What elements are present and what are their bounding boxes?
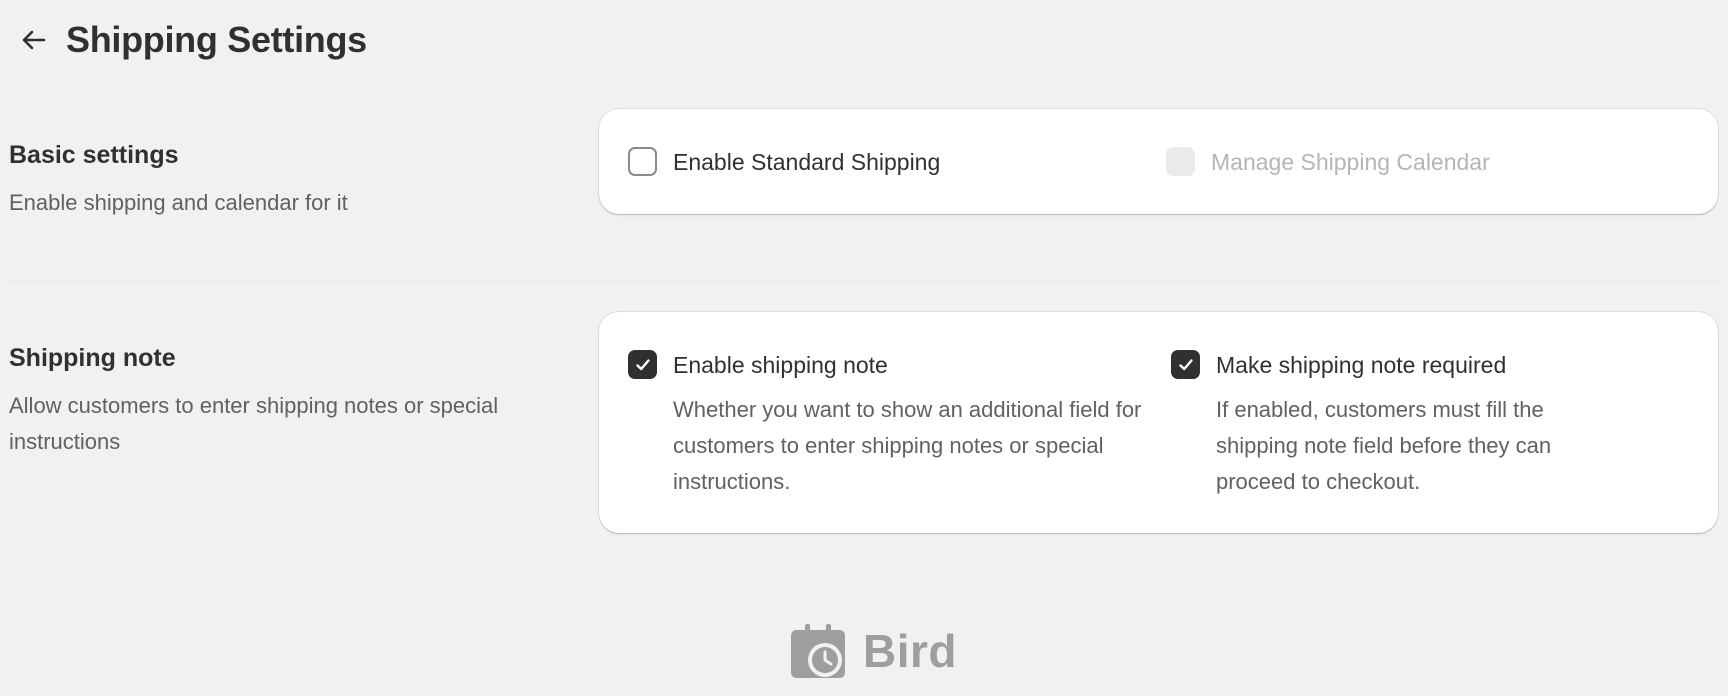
calendar-clock-icon [791,624,845,678]
enable-standard-shipping-checkbox[interactable] [628,147,657,176]
option-label: Enable shipping note [673,352,888,378]
option-label: Manage Shipping Calendar [1211,149,1490,175]
basic-settings-info: Basic settings Enable shipping and calen… [9,139,529,221]
section-description: Enable shipping and calendar for it [9,190,348,215]
option-text: Enable Standard Shipping [673,147,940,177]
checkmark-icon [1178,358,1193,370]
arrow-left-icon [22,30,46,50]
section-description: Allow customers to enter shipping notes … [9,393,499,454]
option-help-text: Whether you want to show an additional f… [673,397,1142,494]
back-button[interactable] [16,22,52,58]
brand-logo: Bird [789,622,957,680]
option-text: Manage Shipping Calendar [1211,147,1490,177]
shipping-note-card: Enable shipping note Whether you want to… [599,312,1718,533]
section-heading: Shipping note [9,344,176,372]
option-text: Enable shipping note Whether you want to… [673,350,1158,500]
enable-shipping-note-checkbox[interactable] [628,350,657,379]
manage-shipping-calendar-option: Manage Shipping Calendar [1166,147,1490,177]
brand-name: Bird [863,625,957,677]
make-shipping-note-required-option[interactable]: Make shipping note required If enabled, … [1171,350,1631,500]
checkmark-icon [635,358,650,370]
option-label: Enable Standard Shipping [673,149,941,175]
make-shipping-note-required-checkbox[interactable] [1171,350,1200,379]
section-heading: Basic settings [9,141,179,169]
shipping-note-info: Shipping note Allow customers to enter s… [9,342,529,460]
option-help-text: If enabled, customers must fill the ship… [1216,397,1552,494]
option-label: Make shipping note required [1216,352,1507,378]
enable-shipping-note-option[interactable]: Enable shipping note Whether you want to… [628,350,1158,500]
option-text: Make shipping note required If enabled, … [1216,350,1631,500]
page-title: Shipping Settings [66,19,367,60]
shipping-settings-page: Shipping Settings Basic settings Enable … [0,0,1728,696]
enable-standard-shipping-option[interactable]: Enable Standard Shipping [628,147,940,177]
basic-settings-card: Enable Standard Shipping Manage Shipping… [599,109,1718,214]
page-header: Shipping Settings [16,14,367,66]
manage-shipping-calendar-checkbox [1166,147,1195,176]
section-divider [9,281,1718,282]
